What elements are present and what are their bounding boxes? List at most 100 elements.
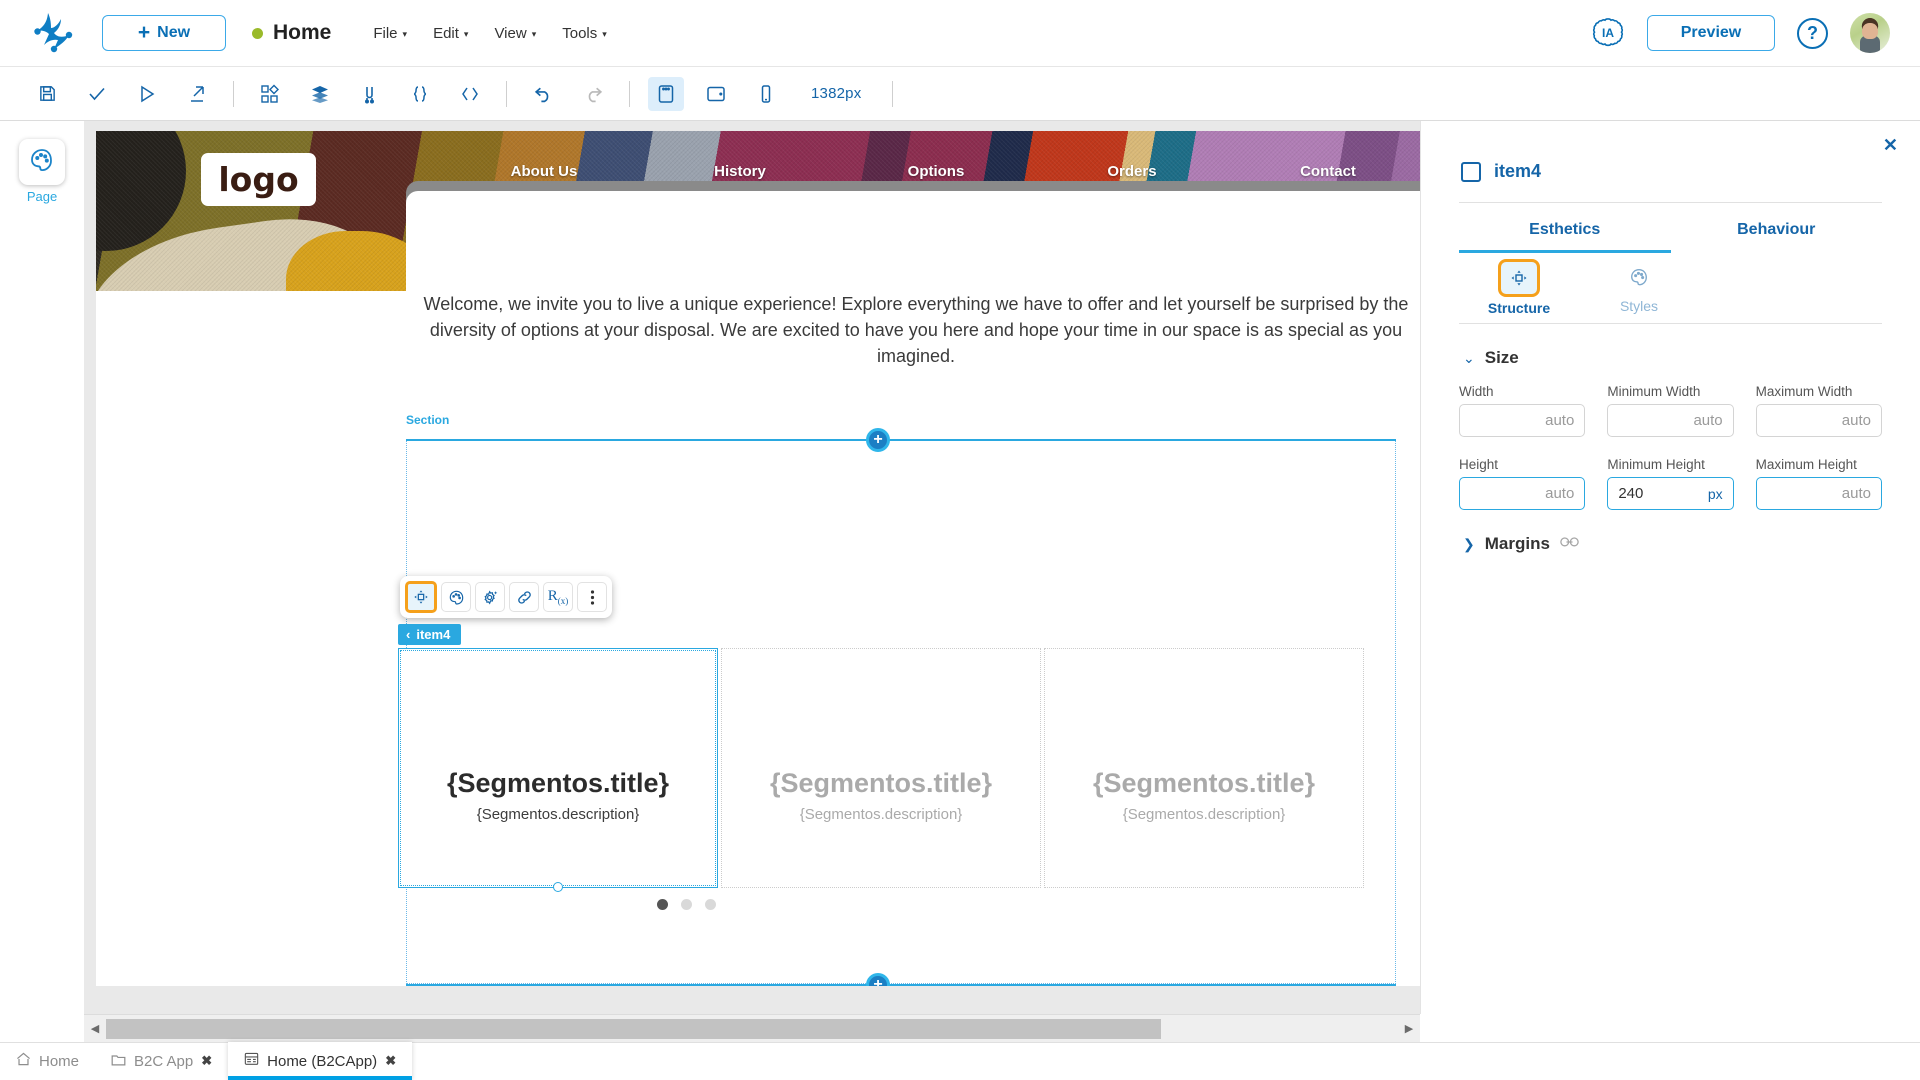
tab-esthetics[interactable]: Esthetics — [1459, 203, 1671, 253]
bottom-tab-home-b2capp[interactable]: Home (B2CApp) ✖ — [228, 1042, 413, 1080]
segment-card[interactable]: {Segmentos.title} {Segmentos.description… — [1044, 648, 1364, 888]
canvas[interactable]: logo About Us History Options Orders Con… — [84, 121, 1420, 1014]
maximum-width-input[interactable]: auto — [1755, 404, 1882, 437]
carousel-dot[interactable] — [680, 899, 692, 910]
close-icon[interactable]: ✖ — [385, 1053, 396, 1069]
more-vertical-icon[interactable] — [577, 582, 607, 612]
segment-card[interactable]: {Segmentos.title} {Segmentos.description… — [398, 648, 718, 892]
preview-button[interactable]: Preview — [1647, 15, 1775, 51]
close-icon[interactable]: ✕ — [1883, 135, 1898, 156]
validate-check-icon[interactable] — [79, 77, 115, 111]
chain-link-icon[interactable] — [1560, 535, 1579, 553]
subtab-structure[interactable]: Structure — [1459, 253, 1579, 316]
sidebar-item-page-label: Page — [26, 189, 58, 204]
toolbar-divider — [506, 80, 507, 107]
layers-icon[interactable] — [302, 77, 338, 111]
width-placeholder: auto — [1545, 412, 1575, 429]
bottom-tab-bar: Home B2C App ✖ Home (B2CApp) ✖ — [0, 1042, 1920, 1080]
scroll-right-icon[interactable]: ▶ — [1398, 1022, 1420, 1035]
toolbar-divider — [892, 80, 894, 107]
bottom-tab-home-label: Home — [39, 1052, 80, 1070]
close-icon[interactable]: ✖ — [201, 1053, 212, 1069]
nav-link-contact[interactable]: Contact — [1230, 163, 1420, 180]
tablet-view-icon[interactable] — [698, 77, 734, 111]
chevron-down-icon: ▾ — [463, 28, 469, 39]
margins-section-header[interactable]: ❯ Margins — [1463, 534, 1920, 554]
add-above-button[interactable]: + — [866, 428, 890, 452]
link-icon[interactable] — [509, 582, 539, 612]
run-play-icon[interactable] — [129, 77, 165, 111]
undo-icon[interactable] — [525, 77, 561, 111]
braces-icon[interactable] — [402, 77, 438, 111]
height-input[interactable]: auto — [1459, 477, 1586, 510]
field-maximum-width: Maximum Width auto — [1755, 384, 1882, 437]
bottom-tab-home-b2capp-label: Home (B2CApp) — [267, 1052, 378, 1070]
selected-element-badge[interactable]: ‹ item4 — [398, 624, 462, 645]
subtab-styles[interactable]: Styles — [1579, 253, 1699, 316]
site-logo[interactable]: logo — [201, 153, 316, 206]
menu-view[interactable]: View ▾ — [494, 25, 536, 42]
menu-edit[interactable]: Edit ▾ — [433, 25, 468, 42]
redo-icon[interactable] — [575, 77, 611, 111]
formula-rx-icon[interactable]: R(x) — [543, 582, 573, 612]
settings-sparkle-icon[interactable] — [475, 582, 505, 612]
chevron-left-icon[interactable]: ‹ — [406, 627, 410, 642]
chevron-down-icon: ▾ — [402, 28, 408, 39]
nav-link-about-us[interactable]: About Us — [446, 163, 642, 180]
avatar[interactable] — [1850, 13, 1890, 53]
styles-palette-icon[interactable] — [441, 582, 471, 612]
tab-behaviour[interactable]: Behaviour — [1671, 203, 1883, 253]
field-minimum-height-label: Minimum Height — [1607, 457, 1705, 472]
variables-icon[interactable] — [352, 77, 388, 111]
carousel-dot[interactable] — [656, 899, 668, 910]
code-icon[interactable] — [452, 77, 488, 111]
components-icon[interactable] — [252, 77, 288, 111]
chevron-down-icon: ⌄ — [1463, 349, 1475, 366]
bottom-tab-home[interactable]: Home — [0, 1042, 95, 1080]
scrollbar-track[interactable] — [106, 1018, 1398, 1039]
field-width: Width auto — [1459, 384, 1586, 437]
nav-link-orders[interactable]: Orders — [1034, 163, 1230, 180]
sidebar-item-page[interactable] — [19, 139, 65, 185]
toolbar-divider — [233, 80, 234, 107]
menu-file[interactable]: File ▾ — [373, 25, 407, 42]
hero-texture-blob — [96, 131, 186, 251]
structure-move-icon[interactable] — [405, 581, 437, 613]
size-section-header[interactable]: ⌄ Size — [1463, 348, 1920, 368]
new-button[interactable]: + New — [102, 15, 226, 51]
hero-texture-blob — [96, 205, 398, 291]
help-icon[interactable]: ? — [1797, 17, 1828, 49]
width-input[interactable]: auto — [1459, 404, 1586, 437]
ia-assistant-icon[interactable]: IA — [1591, 16, 1625, 50]
save-icon[interactable] — [29, 77, 65, 111]
resize-handle[interactable] — [553, 882, 563, 892]
field-minimum-height: Minimum Height 240 px — [1607, 457, 1734, 510]
home-icon — [16, 1052, 31, 1070]
ia-label: IA — [1602, 26, 1614, 40]
page-content: Something for everyone... Welcome, we in… — [398, 231, 1420, 986]
canvas-horizontal-scrollbar[interactable]: ◀ ▶ — [84, 1014, 1420, 1042]
minimum-height-input[interactable]: 240 px — [1607, 477, 1734, 510]
nav-link-options[interactable]: Options — [838, 163, 1034, 180]
element-checkbox[interactable] — [1461, 161, 1481, 182]
bottom-tab-b2c-app[interactable]: B2C App ✖ — [95, 1042, 228, 1080]
menu-tools[interactable]: Tools ▾ — [562, 25, 607, 42]
app-logo-icon[interactable] — [28, 11, 76, 55]
active-tab-indicator — [1459, 250, 1671, 253]
deploy-share-icon[interactable] — [179, 77, 215, 111]
chevron-down-icon: ▾ — [602, 28, 607, 39]
carousel-dot[interactable] — [704, 899, 716, 910]
scroll-left-icon[interactable]: ◀ — [84, 1022, 106, 1035]
subtab-structure-label: Structure — [1487, 300, 1551, 316]
minimum-width-input[interactable]: auto — [1607, 404, 1734, 437]
new-button-label: New — [157, 24, 191, 41]
desktop-view-icon[interactable] — [648, 76, 684, 111]
nav-link-history[interactable]: History — [642, 163, 838, 180]
mobile-view-icon[interactable] — [748, 77, 784, 111]
scrollbar-thumb[interactable] — [106, 1018, 1161, 1039]
maximum-height-input[interactable]: auto — [1755, 477, 1882, 510]
add-below-button[interactable]: + — [866, 973, 890, 986]
segment-card[interactable]: {Segmentos.title} {Segmentos.description… — [721, 648, 1041, 888]
canvas-width-value[interactable]: 1382px — [811, 85, 861, 102]
welcome-paragraph[interactable]: Welcome, we invite you to live a unique … — [416, 291, 1416, 369]
